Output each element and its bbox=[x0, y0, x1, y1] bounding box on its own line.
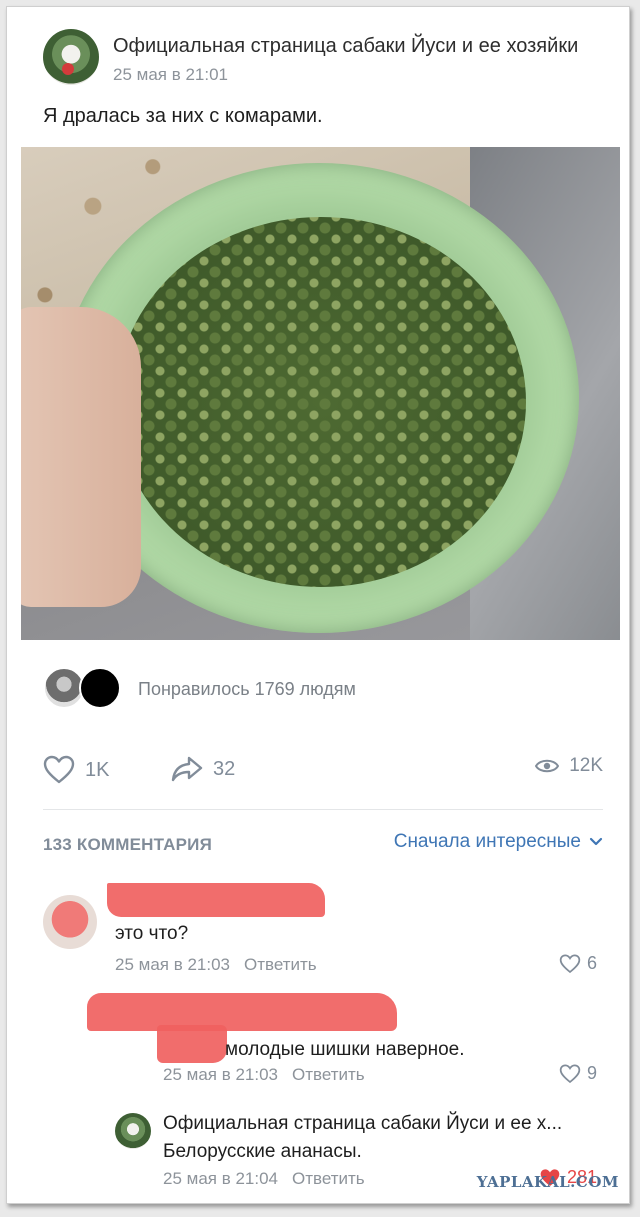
comment-date: 25 мая в 21:03 bbox=[163, 1065, 278, 1084]
comment-meta: 25 мая в 21:04 Ответить bbox=[163, 1169, 365, 1189]
comment-text: это что? bbox=[115, 923, 189, 944]
redacted-avatar bbox=[157, 1025, 227, 1063]
comment-meta: 25 мая в 21:03 Ответить bbox=[163, 1065, 365, 1085]
comment-like-count: 6 bbox=[586, 953, 597, 973]
heart-icon bbox=[559, 1063, 581, 1083]
comment-like-count: 9 bbox=[586, 1063, 597, 1083]
comment-text: молодые шишки наверное. bbox=[225, 1039, 465, 1060]
post-actions: 1K 32 12K bbox=[43, 747, 603, 797]
photo-pine-cones bbox=[116, 217, 526, 587]
like-button[interactable]: 1K bbox=[43, 755, 109, 785]
reply-button[interactable]: Ответить bbox=[244, 955, 317, 974]
redacted-name bbox=[107, 883, 325, 917]
comment-date: 25 мая в 21:04 bbox=[163, 1169, 278, 1188]
comment-like-button[interactable]: 6 bbox=[559, 953, 597, 974]
comment-like-button[interactable]: 9 bbox=[559, 1063, 597, 1084]
reply-button[interactable]: Ответить bbox=[292, 1169, 365, 1188]
post-photo[interactable] bbox=[21, 147, 620, 640]
eye-icon bbox=[535, 759, 560, 773]
share-button[interactable]: 32 bbox=[171, 755, 235, 783]
comment-author[interactable]: Официальная страница сабаки Йуси и ее х.… bbox=[163, 1113, 562, 1135]
liker-avatar bbox=[79, 667, 121, 709]
watermark: YAPLAKAL.COM bbox=[476, 1173, 619, 1191]
commenter-avatar[interactable] bbox=[43, 895, 97, 949]
post-header: Официальная страница сабаки Йуси и ее хо… bbox=[43, 25, 623, 89]
reply-button[interactable]: Ответить bbox=[292, 1065, 365, 1084]
likes-text: Понравилось 1769 людям bbox=[138, 679, 356, 699]
views-count: 12K bbox=[569, 755, 603, 776]
chevron-down-icon bbox=[589, 837, 603, 846]
comment: это что? 25 мая в 21:03 Ответить 6 bbox=[7, 877, 629, 977]
views-counter: 12K bbox=[535, 755, 603, 777]
sort-label: Сначала интересные bbox=[393, 831, 581, 852]
comment-meta: 25 мая в 21:03 Ответить bbox=[115, 955, 317, 975]
share-count: 32 bbox=[213, 757, 236, 780]
post-card: Официальная страница сабаки Йуси и ее хо… bbox=[6, 6, 630, 1204]
heart-icon bbox=[43, 755, 75, 784]
comments-header: 133 КОММЕНТАРИЯ Сначала интересные bbox=[43, 831, 603, 861]
comment-text: Белорусские ананасы. bbox=[163, 1141, 362, 1162]
post-date[interactable]: 25 мая в 21:01 bbox=[113, 65, 228, 85]
photo-hand bbox=[21, 307, 141, 607]
like-count: 1K bbox=[85, 758, 110, 781]
redacted-name bbox=[87, 993, 397, 1031]
likes-summary[interactable]: Понравилось 1769 людям bbox=[43, 665, 603, 715]
post-text: Я дралась за них с комарами. bbox=[43, 105, 323, 127]
heart-icon bbox=[559, 953, 581, 973]
comment-reply: молодые шишки наверное. 25 мая в 21:03 От… bbox=[7, 985, 629, 1095]
comments-count: 133 КОММЕНТАРИЯ bbox=[43, 835, 212, 854]
page-avatar[interactable] bbox=[115, 1113, 151, 1149]
page-name[interactable]: Официальная страница сабаки Йуси и ее хо… bbox=[113, 35, 578, 58]
divider bbox=[43, 809, 603, 810]
page-avatar[interactable] bbox=[43, 29, 99, 85]
comment-date: 25 мая в 21:03 bbox=[115, 955, 230, 974]
sort-comments-button[interactable]: Сначала интересные bbox=[394, 831, 603, 853]
share-icon bbox=[171, 756, 203, 782]
